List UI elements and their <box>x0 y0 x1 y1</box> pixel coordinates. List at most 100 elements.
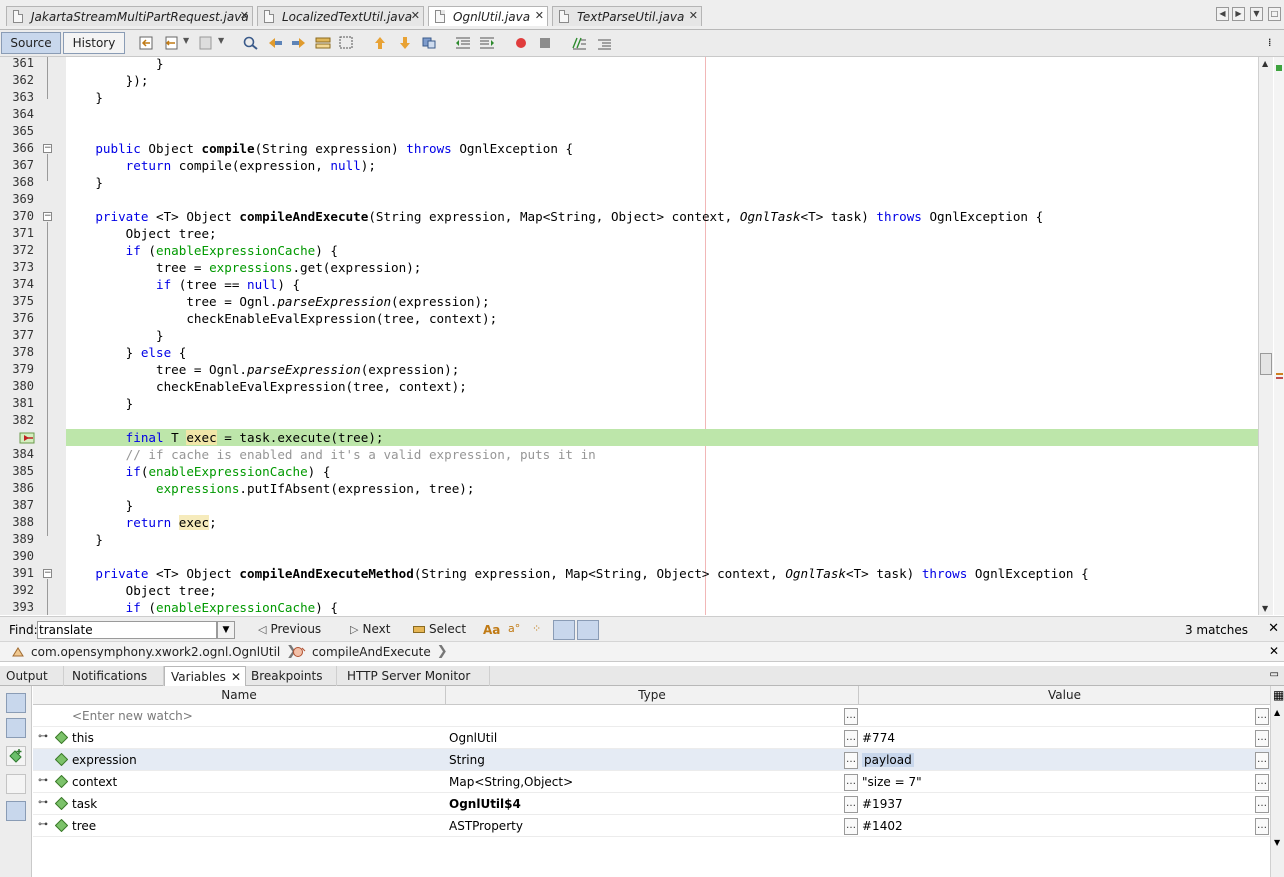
line-number[interactable]: 380 <box>0 378 34 395</box>
line-number[interactable]: 361 <box>0 57 34 72</box>
shift-line-right-icon[interactable] <box>479 36 495 50</box>
maximize-window-icon[interactable]: □ <box>1268 7 1281 21</box>
line-number[interactable]: 385 <box>0 463 34 480</box>
start-macro-recording-icon[interactable] <box>514 36 530 50</box>
value-cell-button[interactable]: … <box>1255 796 1269 813</box>
code-line[interactable]: 375 tree = Ognl.parseExpression(expressi… <box>0 293 1258 310</box>
fold-collapse-icon[interactable]: − <box>43 212 52 221</box>
tab-variables[interactable]: Variables ✕ <box>164 666 246 686</box>
annotation-mark[interactable] <box>1276 373 1283 375</box>
name-column-header[interactable]: Name <box>33 686 446 705</box>
code-line[interactable]: 388 return exec; <box>0 514 1258 531</box>
back-icon[interactable] <box>164 36 180 50</box>
code-line[interactable]: 382 <box>0 412 1258 429</box>
code-line[interactable]: 374 if (tree == null) { <box>0 276 1258 293</box>
variable-row-context[interactable]: ⊶ context Map<String,Object> … "size = 7… <box>33 771 1270 793</box>
fold-collapse-icon[interactable]: − <box>43 569 52 578</box>
scroll-tabs-left-icon[interactable]: ◀ <box>1216 7 1229 21</box>
line-number[interactable]: 364 <box>0 106 34 123</box>
regex-icon[interactable]: ⁘ <box>532 622 548 636</box>
find-history-dropdown-icon[interactable]: ▼ <box>217 621 235 639</box>
evaluate-expression-icon[interactable] <box>6 774 26 794</box>
line-number[interactable]: 388 <box>0 514 34 531</box>
code-line[interactable]: 370 private <T> Object compileAndExecute… <box>0 208 1258 225</box>
code-line[interactable]: 386 expressions.putIfAbsent(expression, … <box>0 480 1258 497</box>
value-cell-button[interactable]: … <box>1255 730 1269 747</box>
previous-bookmark-icon[interactable] <box>372 36 388 50</box>
last-edit-icon[interactable] <box>139 36 155 50</box>
line-number[interactable]: 367 <box>0 157 34 174</box>
code-line[interactable]: 372 if (enableExpressionCache) { <box>0 242 1258 259</box>
comment-icon[interactable] <box>571 36 587 50</box>
line-number[interactable]: 372 <box>0 242 34 259</box>
code-line[interactable]: 368 } <box>0 174 1258 191</box>
code-line[interactable]: 367 return compile(expression, null); <box>0 157 1258 174</box>
breadcrumb-class[interactable]: com.opensymphony.xwork2.ognl.OgnlUtil ❯ <box>11 644 297 659</box>
find-next-occurrence-icon[interactable] <box>291 36 307 50</box>
find-input[interactable] <box>37 621 217 639</box>
forward-dropdown-icon[interactable]: ▼ <box>218 36 226 50</box>
line-number[interactable]: 390 <box>0 548 34 565</box>
show-inherited-fields-icon[interactable] <box>6 718 26 738</box>
line-number[interactable]: 386 <box>0 480 34 497</box>
new-watch-placeholder[interactable]: <Enter new watch> <box>72 709 193 723</box>
type-cell-button[interactable]: … <box>844 730 858 747</box>
line-number[interactable]: 377 <box>0 327 34 344</box>
variable-row-this[interactable]: ⊶ this OgnlUtil … #774 … <box>33 727 1270 749</box>
tab-textparseutil[interactable]: TextParseUtil.java ✕ <box>552 6 702 26</box>
code-line[interactable]: 365 <box>0 123 1258 140</box>
code-line[interactable]: 373 tree = expressions.get(expression); <box>0 259 1258 276</box>
wrap-around-toggle-icon[interactable] <box>577 620 599 640</box>
annotation-mark[interactable] <box>1276 377 1283 379</box>
close-icon[interactable]: ✕ <box>240 9 249 22</box>
code-line[interactable]: 364 <box>0 106 1258 123</box>
code-line[interactable]: 369 <box>0 191 1258 208</box>
code-line[interactable]: 380 checkEnableEvalExpression(tree, cont… <box>0 378 1258 395</box>
code-editor[interactable]: 361 } 362 }); 363 } 364 365 366 public Object… <box>0 57 1284 615</box>
code-line[interactable]: 393 if (enableExpressionCache) { <box>0 599 1258 615</box>
line-number[interactable]: 369 <box>0 191 34 208</box>
close-icon[interactable]: ✕ <box>535 9 544 22</box>
line-number[interactable]: 371 <box>0 225 34 242</box>
editor-options-icon[interactable]: ⁞ <box>1268 36 1284 50</box>
variable-value[interactable]: "size = 7" <box>862 775 922 789</box>
line-number[interactable]: 374 <box>0 276 34 293</box>
code-line[interactable]: 385 if(enableExpressionCache) { <box>0 463 1258 480</box>
tab-notifications[interactable]: Notifications <box>66 666 164 686</box>
close-icon[interactable]: ✕ <box>689 9 698 22</box>
code-line[interactable]: 384 // if cache is enabled and it's a va… <box>0 446 1258 463</box>
breadcrumb-method[interactable]: compileAndExecute ❯ <box>292 644 448 659</box>
line-number[interactable]: 365 <box>0 123 34 140</box>
create-new-watch-icon[interactable] <box>6 746 26 766</box>
find-previous-occurrence-icon[interactable] <box>267 36 283 50</box>
close-find-bar-icon[interactable]: ✕ <box>1268 621 1279 636</box>
tab-ognlutil[interactable]: OgnlUtil.java ✕ <box>428 6 548 26</box>
value-cell-button[interactable]: … <box>1255 818 1269 835</box>
expand-icon[interactable]: ⊶ <box>38 797 48 808</box>
line-number[interactable]: 382 <box>0 412 34 429</box>
line-number[interactable]: 373 <box>0 259 34 276</box>
toggle-bookmark-icon[interactable] <box>421 36 437 50</box>
close-icon[interactable]: ✕ <box>411 9 420 22</box>
line-number[interactable]: 366 <box>0 140 34 157</box>
stop-macro-recording-icon[interactable] <box>538 36 554 50</box>
line-number[interactable]: 387 <box>0 497 34 514</box>
variable-row-tree[interactable]: ⊶ tree ASTProperty … #1402 … <box>33 815 1270 837</box>
type-cell-button[interactable]: … <box>844 774 858 791</box>
code-line[interactable]: 391 private <T> Object compileAndExecute… <box>0 565 1258 582</box>
type-cell-button[interactable]: … <box>844 818 858 835</box>
line-number[interactable]: 392 <box>0 582 34 599</box>
show-opened-documents-icon[interactable]: ▼ <box>1250 7 1263 21</box>
line-number[interactable]: 363 <box>0 89 34 106</box>
new-watch-row[interactable]: <Enter new watch> … … <box>33 705 1270 727</box>
type-column-header[interactable]: Type <box>446 686 859 705</box>
close-breadcrumb-icon[interactable]: ✕ <box>1269 644 1279 658</box>
code-line[interactable]: 390 <box>0 548 1258 565</box>
highlight-results-toggle-icon[interactable] <box>553 620 575 640</box>
forward-icon[interactable] <box>198 36 214 50</box>
variable-value-editor[interactable]: payload <box>862 753 914 767</box>
code-line[interactable]: 371 Object tree; <box>0 225 1258 242</box>
scroll-down-icon[interactable]: ▼ <box>1262 604 1268 613</box>
code-line[interactable]: 361 } <box>0 57 1258 72</box>
code-line-current[interactable]: final T exec = task.execute(tree); <box>0 429 1258 446</box>
